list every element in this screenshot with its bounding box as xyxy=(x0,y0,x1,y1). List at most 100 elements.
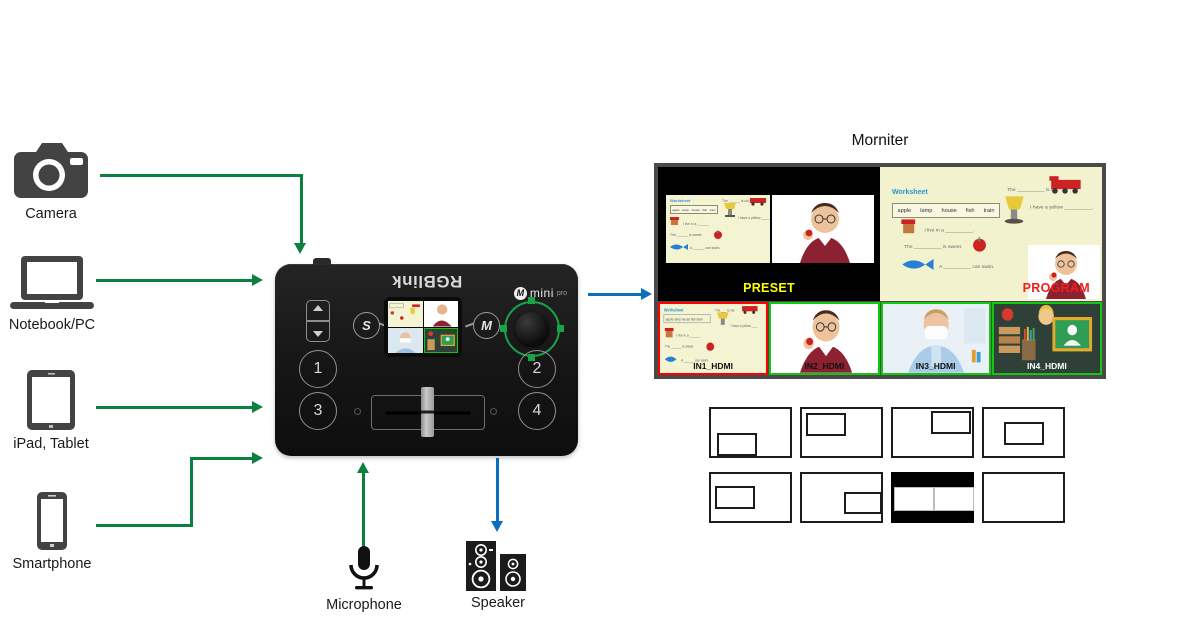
joystick-control[interactable] xyxy=(500,297,564,361)
smartphone-icon xyxy=(37,492,67,550)
svg-text:The ______ is sweet.: The ______ is sweet. xyxy=(670,233,702,237)
pip-layout-split-dual[interactable] xyxy=(891,472,974,523)
source-notebook-label: Notebook/PC xyxy=(8,317,96,333)
svg-text:The ______ is old.: The ______ is old. xyxy=(722,199,750,203)
monitor-input-2-label: IN2_HDMI xyxy=(804,361,845,371)
svg-text:I live in a ______: I live in a ______ xyxy=(676,333,699,337)
link-tablet-arrowhead xyxy=(252,401,263,413)
pip-layout-row-2 xyxy=(709,472,1091,523)
indicator-dot-right xyxy=(491,409,496,414)
svg-text:The __________ is old.: The __________ is old. xyxy=(1007,187,1059,193)
source-camera-label: Camera xyxy=(25,206,77,222)
link-microphone-arrowhead xyxy=(357,462,369,473)
source-camera: Camera xyxy=(6,140,96,222)
monitor-title: Morniter xyxy=(851,132,909,149)
input-button-4[interactable]: 4 xyxy=(518,392,556,430)
source-smartphone: Smartphone xyxy=(6,490,98,572)
svg-text:I have a yellow ___: I have a yellow ___ xyxy=(731,324,758,328)
pip-layout-bottom-left[interactable] xyxy=(709,407,792,458)
transition-tbar-handle[interactable] xyxy=(421,387,434,437)
pip-window xyxy=(806,413,846,436)
preset-worksheet-art: I live in a ______ The ______ is sweet. … xyxy=(670,198,770,250)
link-smartphone-horizontal xyxy=(96,524,192,527)
source-tablet: iPad, Tablet xyxy=(8,368,94,452)
input-button-2[interactable]: 2 xyxy=(518,350,556,388)
arrow-down-icon[interactable] xyxy=(313,330,323,337)
pip-layout-fullscreen[interactable] xyxy=(982,472,1065,523)
pip-window xyxy=(715,486,755,509)
pip-layout-center[interactable] xyxy=(982,407,1065,458)
svg-text:Worksheet: Worksheet xyxy=(664,307,684,312)
tablet-icon xyxy=(27,370,75,430)
monitor-input-2[interactable]: IN2_HDMI xyxy=(769,302,880,375)
svg-text:apple lamp house fish trai: apple lamp house fish train xyxy=(666,318,703,322)
knob-source[interactable]: S xyxy=(353,312,380,339)
joystick-nub-right xyxy=(557,325,564,332)
link-smartphone-arrowhead xyxy=(252,452,263,464)
lcd-quad-1 xyxy=(388,301,423,327)
monitor-display: Worksheet apple lamp house fish train I … xyxy=(654,163,1106,379)
source-smartphone-label: Smartphone xyxy=(12,556,92,572)
lcd-quad-4 xyxy=(423,327,458,353)
monitor-input-strip: Worksheet apple lamp house fish train I … xyxy=(658,302,1102,375)
pip-window xyxy=(717,433,757,456)
svg-text:I live in a ______: I live in a ______ xyxy=(683,222,709,226)
monitor-preset-pane: Worksheet apple lamp house fish train I … xyxy=(658,167,880,302)
link-program-out-line xyxy=(588,293,642,296)
video-switcher-device[interactable]: RGBlink M mini pro S M 1 3 2 4 xyxy=(275,258,578,456)
updown-arrow-buttons[interactable] xyxy=(306,300,330,342)
audio-speaker-label: Speaker xyxy=(470,595,525,611)
indicator-dot-left xyxy=(355,409,360,414)
input-button-3[interactable]: 3 xyxy=(299,392,337,430)
pip-layout-top-left[interactable] xyxy=(800,407,883,458)
svg-text:The ______ is sweet.: The ______ is sweet. xyxy=(665,345,694,349)
source-tablet-label: iPad, Tablet xyxy=(13,436,89,452)
laptop-icon xyxy=(10,256,94,309)
joystick-nub-left xyxy=(500,325,507,332)
audio-speaker: Speaker xyxy=(452,540,544,611)
knob-mode[interactable]: M xyxy=(473,312,500,339)
pip-layout-top-right[interactable] xyxy=(891,407,974,458)
pip-layout-row-1 xyxy=(709,407,1091,458)
svg-text:A ______ can swim.: A ______ can swim. xyxy=(690,246,720,250)
pip-window xyxy=(1004,422,1044,445)
monitor-input-1-label: IN1_HDMI xyxy=(693,361,733,371)
device-top-connector xyxy=(313,258,331,265)
lcd-quad-3 xyxy=(388,327,423,353)
link-tablet-line xyxy=(96,406,253,409)
audio-microphone: Microphone xyxy=(318,545,410,613)
teacher-portrait-art xyxy=(800,203,850,263)
pip-window xyxy=(844,492,882,514)
link-camera-horizontal xyxy=(100,174,303,177)
joystick-nub-top xyxy=(528,297,535,304)
device-model-suffix: pro xyxy=(556,289,567,297)
pip-window xyxy=(931,411,971,434)
monitor-input-1[interactable]: Worksheet apple lamp house fish train I … xyxy=(658,302,769,375)
model-mark-icon: M xyxy=(513,286,527,300)
microphone-icon xyxy=(349,546,379,590)
device-lcd-screen xyxy=(384,297,462,357)
program-tag: PROGRAM xyxy=(1022,281,1090,296)
svg-text:I have a yellow ______.: I have a yellow ______. xyxy=(738,216,770,220)
monitor-input-4[interactable]: IN4_HDMI xyxy=(991,302,1102,375)
monitor-program-pane: Worksheet apple lamp house fish train I … xyxy=(880,167,1102,302)
preset-worksheet-thumb: Worksheet apple lamp house fish train I … xyxy=(666,195,770,263)
link-microphone-line xyxy=(362,472,365,548)
speaker-icon xyxy=(466,541,526,591)
monitor-input-3-label: IN3_HDMI xyxy=(915,361,956,371)
input-button-1[interactable]: 1 xyxy=(299,350,337,388)
svg-text:I have a yellow __________.: I have a yellow __________. xyxy=(1030,204,1093,210)
link-program-out-arrowhead xyxy=(641,288,652,300)
monitor-input-3[interactable]: IN3_HDMI xyxy=(880,302,991,375)
pip-layout-right-middle[interactable] xyxy=(800,472,883,523)
joystick-knob[interactable] xyxy=(515,312,549,346)
link-smartphone-vertical xyxy=(190,457,193,527)
pip-layout-left-middle[interactable] xyxy=(709,472,792,523)
preset-teacher-thumb xyxy=(772,195,874,263)
link-smartphone-horizontal2 xyxy=(190,457,253,460)
source-notebook: Notebook/PC xyxy=(4,252,100,333)
svg-text:I live in a __________.: I live in a __________. xyxy=(924,227,974,233)
lcd-quad-2 xyxy=(423,301,458,327)
arrow-up-icon[interactable] xyxy=(313,305,323,312)
svg-text:The ___ is old.: The ___ is old. xyxy=(715,308,735,312)
